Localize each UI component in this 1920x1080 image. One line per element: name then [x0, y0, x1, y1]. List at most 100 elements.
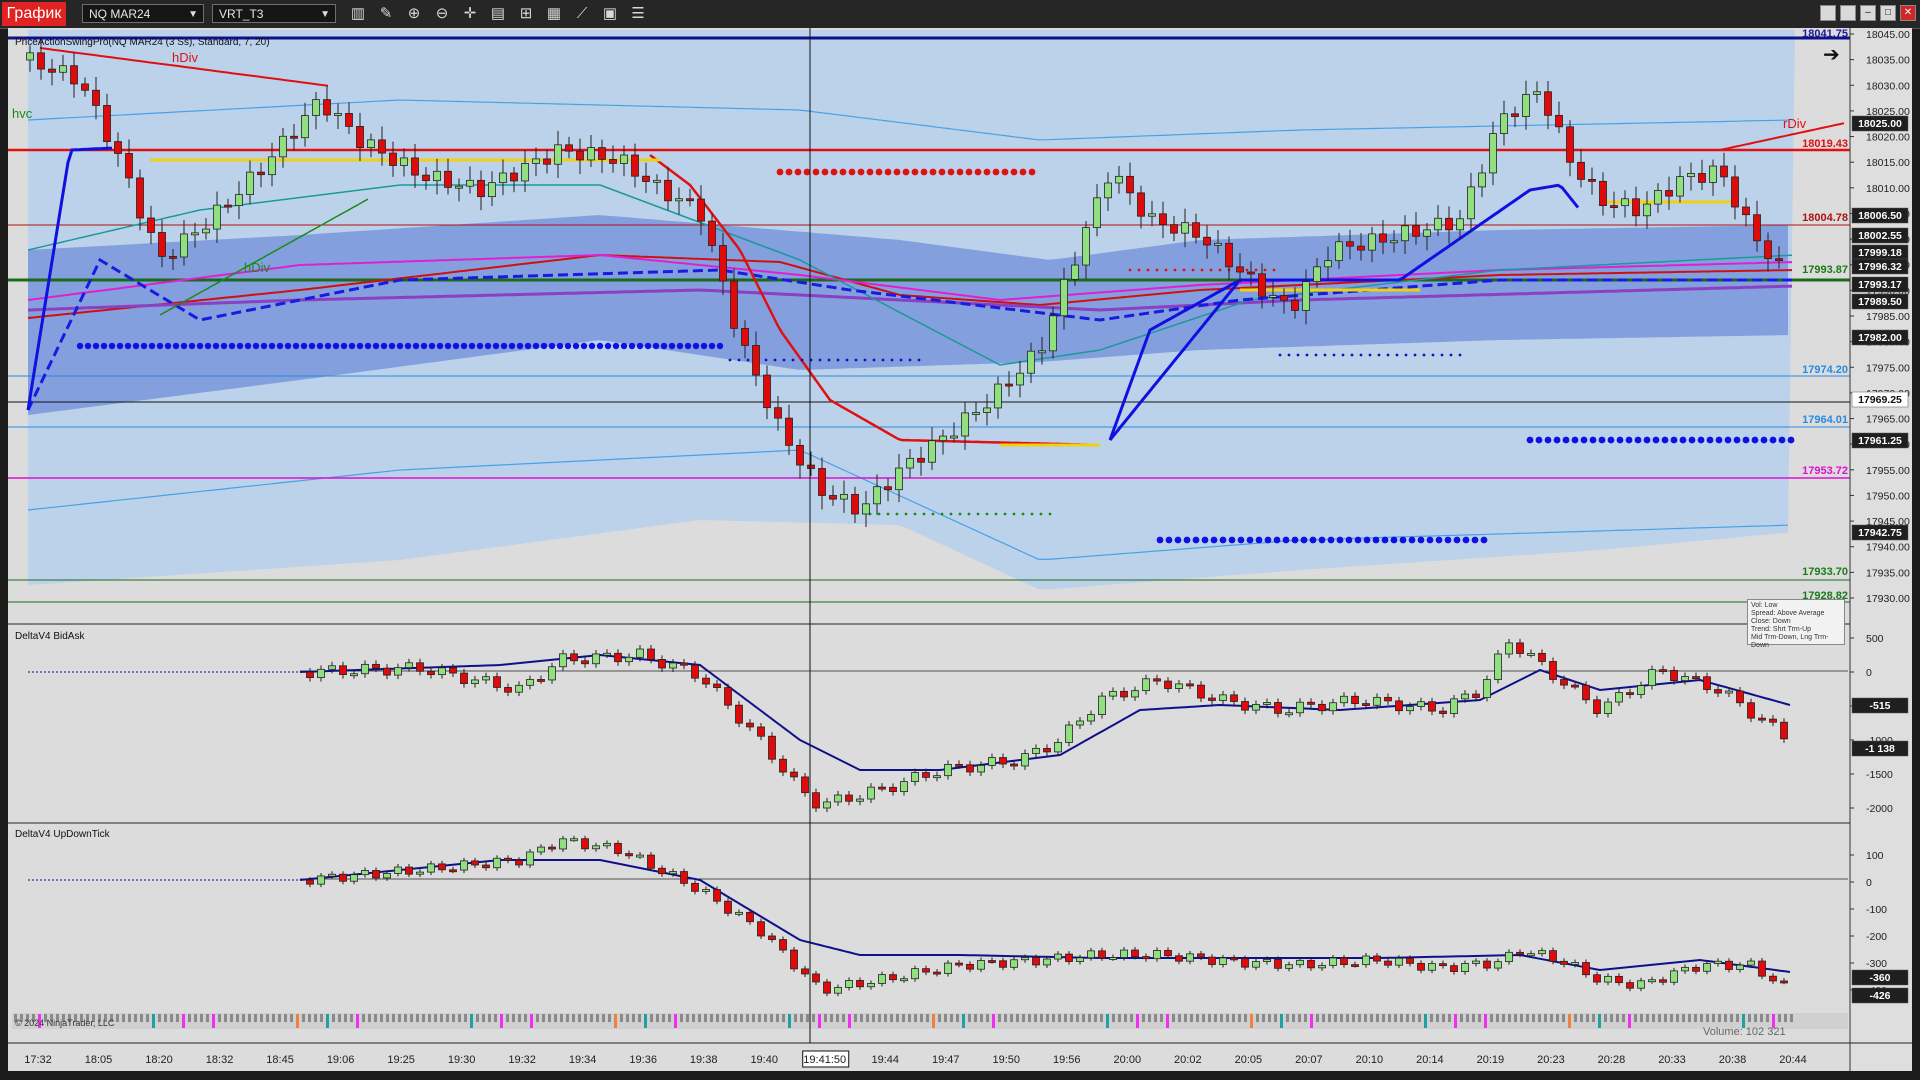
price-tick-label: 17975.00 [1866, 362, 1910, 374]
delta-candle [713, 683, 721, 688]
zoom-out-icon[interactable]: ⊖ [432, 4, 452, 24]
delta-candle [1252, 704, 1260, 711]
blue-dot-small [899, 358, 903, 362]
volume-bar [1418, 1014, 1421, 1022]
volume-bar [1316, 1014, 1319, 1022]
blue-dot-level [1643, 436, 1651, 444]
red-dot-small [1263, 268, 1267, 272]
blue-dot-level [172, 342, 180, 350]
volume-bar [1640, 1014, 1643, 1022]
volume-bar [1226, 1014, 1229, 1022]
delta-candle [988, 757, 996, 766]
delta-candle [680, 662, 688, 666]
delta-candle [1087, 950, 1095, 959]
volume-bar [1106, 1014, 1109, 1028]
blue-dot-small [827, 358, 831, 362]
volume-bar [1508, 1014, 1511, 1022]
tile-window-icon[interactable] [1840, 5, 1856, 21]
blue-dot-level [1733, 436, 1741, 444]
volume-bar [158, 1014, 161, 1022]
price-candle [653, 179, 661, 183]
template-selector[interactable]: VRT_T3 ▼ [212, 4, 336, 23]
chart-canvas[interactable]: 18045.00 18035.00 18030.00 18025.00 18020.00… [8, 28, 1912, 1071]
zoom-in-icon[interactable]: ⊕ [404, 4, 424, 24]
price-candle [180, 233, 188, 258]
blue-dot-level [564, 342, 572, 350]
draw-pencil-icon[interactable]: ✎ [376, 4, 396, 24]
chart-area[interactable]: 18045.00 18035.00 18030.00 18025.00 18020.00… [8, 28, 1912, 1071]
red-dot-level [794, 168, 802, 176]
volume-bar [464, 1014, 467, 1022]
volume-bar [1058, 1014, 1061, 1022]
volume-bar [1520, 1014, 1523, 1022]
volume-bar [1364, 1014, 1367, 1022]
time-label: 20:23 [1537, 1054, 1565, 1066]
chart-trader-icon[interactable]: ▣ [600, 4, 620, 24]
crosshair-icon[interactable]: ✛ [460, 4, 480, 24]
time-label: 20:00 [1114, 1054, 1142, 1066]
data-series-icon[interactable]: ⟋ [572, 4, 592, 24]
restore-window-icon[interactable] [1820, 5, 1836, 21]
price-candle [1401, 225, 1409, 242]
volume-bar [1652, 1014, 1655, 1022]
blue-dot-level [76, 342, 84, 350]
delta-candle [1285, 964, 1293, 969]
time-label: 19:30 [448, 1054, 476, 1066]
volume-bar [1490, 1014, 1493, 1022]
delta-candle [515, 684, 523, 693]
delta-candle [581, 660, 589, 665]
delta-candle [1318, 703, 1326, 712]
blue-dot-small [728, 358, 732, 362]
delta-candle [768, 735, 776, 760]
delta-candle [889, 974, 897, 981]
price-panel-label: PriceActionSwingPro(NQ MAR24 (3 Ss), Sta… [15, 37, 270, 48]
delta-candle [691, 882, 699, 892]
blue-dot-level [532, 342, 540, 350]
updown-tick-label: -300 [1866, 958, 1887, 970]
delta-candle [383, 667, 391, 676]
price-candle [488, 182, 496, 198]
volume-bar [1280, 1014, 1283, 1028]
chart-tab-title[interactable]: График [2, 2, 66, 26]
volume-bar [224, 1014, 227, 1022]
blue-dot-level [1363, 536, 1371, 544]
delta-candle [1395, 700, 1403, 712]
minimize-icon[interactable]: – [1860, 5, 1876, 21]
close-icon[interactable]: ✕ [1900, 5, 1916, 21]
delta-candle [1659, 669, 1667, 673]
divergence-label: hDiv [244, 260, 271, 275]
delta-candle [1703, 963, 1711, 972]
time-label: 20:05 [1235, 1054, 1263, 1066]
volume-bar [794, 1014, 797, 1022]
list-icon[interactable]: ☰ [628, 4, 648, 24]
price-candle [719, 245, 727, 282]
time-label: 20:33 [1658, 1054, 1686, 1066]
delta-candle [647, 854, 655, 869]
price-candle [1775, 258, 1783, 262]
indicators-icon[interactable]: ▦ [544, 4, 564, 24]
green-dot-small [1048, 512, 1052, 516]
volume-bar [950, 1014, 953, 1022]
price-label: 17989.50 [1858, 296, 1902, 308]
delta-candle [559, 653, 567, 668]
delta-candle [1681, 676, 1689, 682]
volume-bar [944, 1014, 947, 1022]
delta-candle [350, 673, 358, 677]
bar-type-icon[interactable]: ▥ [348, 4, 368, 24]
volume-bar [1022, 1014, 1025, 1022]
maximize-icon[interactable]: □ [1880, 5, 1896, 21]
volume-bar [146, 1014, 149, 1022]
volume-bar [1190, 1014, 1193, 1022]
properties-icon[interactable]: ▤ [488, 4, 508, 24]
price-candle [213, 204, 221, 230]
volume-bar [1658, 1014, 1661, 1022]
instrument-selector[interactable]: NQ MAR24 ▼ [82, 4, 204, 23]
arrow-right-icon[interactable]: ➔ [1823, 42, 1840, 67]
price-candle [125, 153, 133, 179]
green-dot-small [913, 512, 917, 516]
strategy-icon[interactable]: ⊞ [516, 4, 536, 24]
volume-bar [1478, 1014, 1481, 1022]
price-tick-label: 18020.00 [1866, 132, 1910, 144]
volume-bar [512, 1014, 515, 1022]
delta-candle [955, 763, 963, 767]
